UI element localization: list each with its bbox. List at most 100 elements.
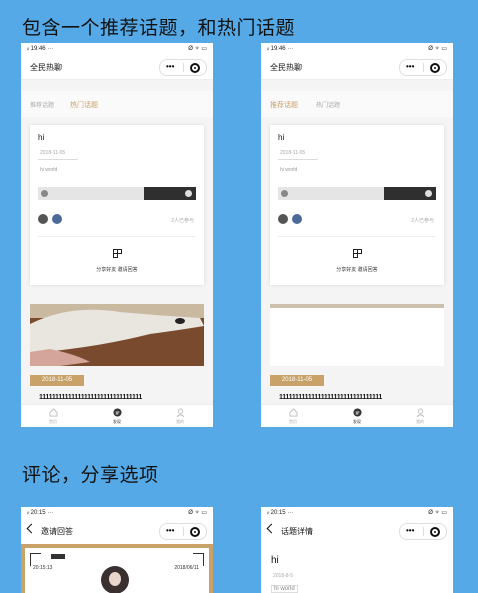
nav-mine-label: 我的: [416, 419, 424, 424]
poster-date: 2018/06/11: [174, 565, 199, 571]
capsule-divider: [183, 527, 184, 536]
capsule-divider: [183, 63, 184, 72]
more-icon[interactable]: •••: [166, 62, 174, 71]
status-bar: ᵢₗ 19:46 ··· Ø ✧ ▭: [21, 43, 213, 54]
vote-bar[interactable]: [38, 187, 196, 200]
nav-mine[interactable]: 我的: [165, 408, 195, 425]
tab-recommended[interactable]: 推荐话题: [30, 100, 54, 109]
status-time: ᵢₗ 19:46 ···: [267, 46, 294, 52]
topic-tabs: 推荐话题 热门话题: [261, 91, 453, 117]
nav-bar: 全民热聊 •••: [261, 54, 453, 80]
check-icon[interactable]: [425, 190, 432, 197]
status-time: ᵢₗ 19:46 ···: [27, 46, 54, 52]
app-title: 全民热聊: [30, 63, 62, 72]
close-mini-program-icon[interactable]: [190, 527, 200, 537]
divider: [278, 236, 436, 237]
status-bar: ᵢₗ 20:15 ··· Ø ✧ ▭: [261, 507, 453, 518]
back-arrow-icon[interactable]: [26, 523, 37, 534]
more-icon[interactable]: •••: [406, 526, 414, 535]
nav-discover-label: 发现: [113, 419, 121, 424]
capsule-menu[interactable]: •••: [399, 523, 447, 540]
nav-mine-label: 我的: [176, 419, 184, 424]
nav-bar: 话题详情 •••: [261, 518, 453, 543]
discover-icon: [352, 408, 362, 417]
topic-body: hi world: [271, 585, 298, 593]
topic-image[interactable]: [30, 304, 204, 366]
topic-body: hi world: [280, 167, 298, 173]
topic-title: hi: [271, 555, 279, 566]
avatar: [52, 214, 62, 224]
discover-icon: [112, 408, 122, 417]
app-title: 全民热聊: [270, 63, 302, 72]
invite-poster-frame: 20:15:13 2018/06/11: [21, 544, 213, 593]
divider: [38, 236, 196, 237]
feed-text: 11111111111111111111111111111111: [279, 394, 383, 401]
topic-card[interactable]: hi 2018-11-05 hi world 2人已参与 分享好友 邀请回答: [270, 125, 444, 285]
topic-date: 2018-8-5: [273, 573, 294, 579]
capsule-divider: [423, 63, 424, 72]
nav-discover[interactable]: 发现: [102, 408, 132, 425]
avatar: [292, 214, 302, 224]
page-title: 话题详情: [281, 527, 313, 536]
topic-title: hi: [38, 133, 45, 142]
qr-code-icon[interactable]: [353, 249, 362, 258]
topic-card[interactable]: hi 2018-11-05 hi world 2人已参与 分享好友 邀请回答: [30, 125, 204, 285]
capsule-menu[interactable]: •••: [399, 59, 447, 76]
capsule-divider: [423, 527, 424, 536]
poster-logo: [51, 554, 65, 559]
nav-home[interactable]: 首页: [38, 408, 68, 425]
tab-hot[interactable]: 热门话题: [70, 100, 98, 110]
topic-date: 2018-11-05: [280, 150, 306, 156]
close-mini-program-icon[interactable]: [190, 63, 200, 73]
home-icon: [288, 408, 298, 417]
phone-topic-detail: ᵢₗ 20:15 ··· Ø ✧ ▭ 话题详情 ••• hi 2018-8-5 …: [261, 507, 453, 593]
topic-date: 2018-11-05: [40, 150, 66, 156]
feed-date-badge: 2018-11-05: [270, 375, 324, 386]
check-icon[interactable]: [185, 190, 192, 197]
share-invite-label[interactable]: 分享好友 邀请回答: [30, 266, 204, 273]
home-icon: [48, 408, 58, 417]
close-mini-program-icon[interactable]: [430, 63, 440, 73]
avatar: [101, 566, 129, 593]
person-icon: [416, 408, 424, 417]
back-arrow-icon[interactable]: [266, 523, 277, 534]
nav-home[interactable]: 首页: [278, 408, 308, 425]
phone-invite-answer: ᵢₗ 20:15 ··· Ø ✧ ▭ 邀请回答 ••• 20:15:13 201…: [21, 507, 213, 593]
more-icon[interactable]: •••: [166, 526, 174, 535]
topic-tabs: 推荐话题 热门话题: [21, 91, 213, 117]
qr-code-icon[interactable]: [113, 249, 122, 258]
tab-hot[interactable]: 热门话题: [316, 100, 340, 109]
status-icons: Ø ✧ ▭: [188, 46, 207, 52]
status-time: ᵢₗ 20:15 ···: [267, 510, 294, 516]
close-mini-program-icon[interactable]: [430, 527, 440, 537]
share-invite-label[interactable]: 分享好友 邀请回答: [270, 266, 444, 273]
bottom-tab-bar: 首页 发现 我的: [261, 404, 453, 427]
feed-date-badge: 2018-11-05: [30, 375, 84, 386]
topic-body: hi world: [40, 167, 58, 173]
avatar: [38, 214, 48, 224]
capsule-menu[interactable]: •••: [159, 59, 207, 76]
caption-bottom: 评论，分享选项: [22, 465, 159, 486]
more-icon[interactable]: •••: [406, 62, 414, 71]
page-title: 邀请回答: [41, 527, 73, 536]
tab-recommended[interactable]: 推荐话题: [270, 100, 298, 110]
phone-hot-topics: ᵢₗ 19:46 ··· Ø ✧ ▭ 全民热聊 ••• 推荐话题 热门话题 hi…: [21, 43, 213, 427]
status-icons: Ø ✧ ▭: [428, 510, 447, 516]
capsule-menu[interactable]: •••: [159, 523, 207, 540]
status-bar: ᵢₗ 19:46 ··· Ø ✧ ▭: [261, 43, 453, 54]
check-icon[interactable]: [281, 190, 288, 197]
topic-image[interactable]: [270, 304, 444, 366]
nav-home-label: 首页: [49, 419, 57, 424]
nav-mine[interactable]: 我的: [405, 408, 435, 425]
joined-count: 2人已参与: [411, 218, 434, 224]
status-icons: Ø ✧ ▭: [428, 46, 447, 52]
divider: [38, 159, 78, 160]
nav-discover-label: 发现: [353, 419, 361, 424]
status-bar: ᵢₗ 20:15 ··· Ø ✧ ▭: [21, 507, 213, 518]
nav-home-label: 首页: [289, 419, 297, 424]
avatar: [278, 214, 288, 224]
check-icon[interactable]: [41, 190, 48, 197]
vote-bar[interactable]: [278, 187, 436, 200]
topic-title: hi: [278, 133, 285, 142]
nav-discover[interactable]: 发现: [342, 408, 372, 425]
